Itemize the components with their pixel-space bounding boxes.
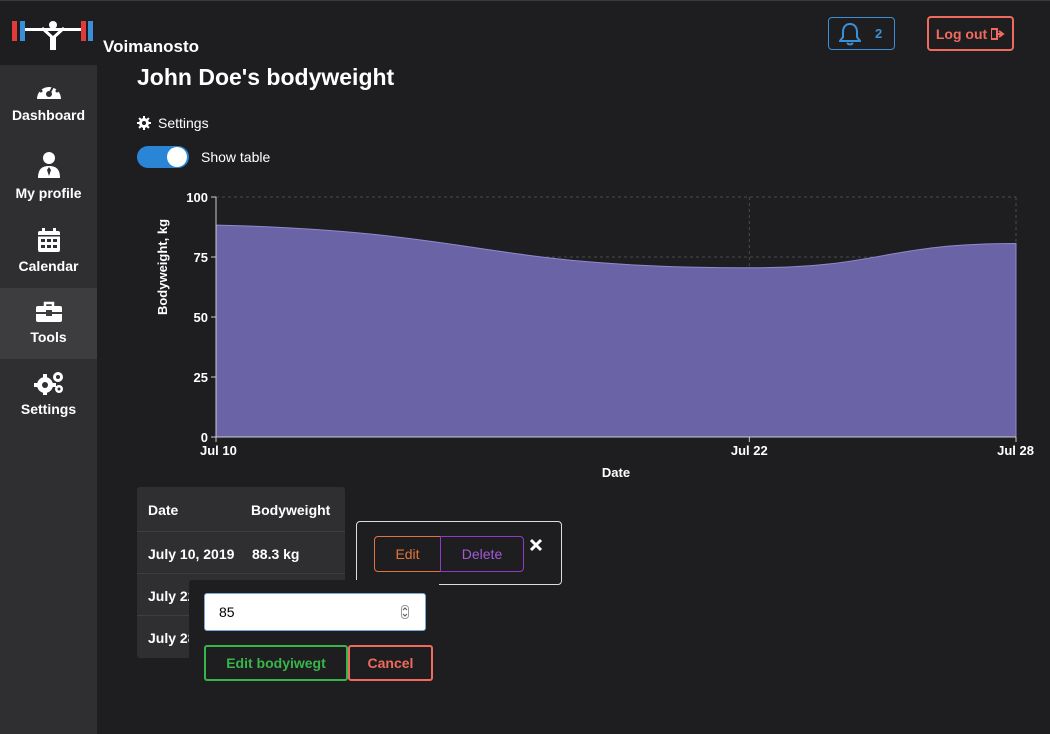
close-icon[interactable]	[529, 538, 543, 552]
sidebar-item-tools[interactable]: Tools	[0, 288, 97, 359]
table-row[interactable]: July 10, 2019 88.3 kg	[137, 531, 345, 574]
logout-button[interactable]: Log out	[927, 16, 1014, 51]
user-icon	[37, 152, 60, 178]
sidebar-item-settings[interactable]: Settings	[0, 371, 97, 431]
bodyweight-chart: 0255075100 Jul 10 Jul 22 Jul 28 Bodyweight…	[155, 190, 1034, 480]
sidebar-item-label: Tools	[30, 329, 67, 345]
top-bar: Voimanosto 2 Log out	[0, 0, 1050, 65]
sidebar-item-dashboard[interactable]: Dashboard	[0, 77, 97, 139]
sidebar-item-label: Calendar	[18, 258, 79, 274]
toggle-label: Show table	[201, 149, 271, 165]
y-tick-label: 100	[186, 190, 208, 205]
show-table-toggle[interactable]	[137, 146, 189, 168]
dashboard-gauge-icon	[36, 81, 61, 99]
brand-name[interactable]: Voimanosto	[103, 37, 199, 57]
x-tick-label: Jul 22	[731, 443, 768, 458]
bodyweight-area[interactable]	[215, 224, 1017, 438]
sidebar-item-my-profile[interactable]: My profile	[0, 151, 97, 215]
table-header-bodyweight: Bodyweight	[251, 502, 331, 518]
edit-bodyweight-button[interactable]: Edit bodyiwegt	[204, 645, 348, 681]
table-cell-date: July 10, 2019	[148, 546, 235, 562]
bodyweight-input-value: 85	[219, 604, 235, 620]
spinner-arrows-icon[interactable]	[401, 605, 409, 619]
settings-label: Settings	[158, 115, 209, 131]
x-axis-label: Date	[602, 465, 630, 480]
show-table-toggle-row: Show table	[137, 146, 270, 168]
sidebar-item-label: Dashboard	[11, 107, 86, 123]
y-tick-label: 75	[194, 250, 208, 265]
sidebar-item-label: My profile	[15, 185, 82, 201]
x-tick-label: Jul 28	[997, 443, 1034, 458]
calendar-icon	[37, 228, 60, 252]
toggle-knob	[167, 147, 187, 167]
table-header-date: Date	[148, 502, 179, 518]
sidebar-item-calendar[interactable]: Calendar	[0, 228, 97, 288]
sidebar: Dashboard My profile Calendar Tools Sett…	[0, 65, 97, 734]
y-axis-label: Bodyweight, kg	[155, 219, 170, 315]
x-tick-label: Jul 10	[200, 443, 237, 458]
x-ticks: Jul 10 Jul 22 Jul 28	[200, 437, 1034, 458]
bodyweight-input[interactable]: 85	[204, 593, 426, 631]
y-tick-label: 50	[194, 310, 208, 325]
notifications-button[interactable]: 2	[828, 17, 895, 50]
y-ticks: 0255075100	[186, 190, 216, 445]
page-title: John Doe's bodyweight	[137, 64, 395, 90]
y-tick-label: 25	[194, 370, 208, 385]
settings-toggle-link[interactable]: Settings	[137, 115, 209, 131]
barbell-logo[interactable]	[12, 18, 94, 52]
delete-button[interactable]: Delete	[440, 536, 524, 572]
row-actions-popover: Edit Delete	[356, 521, 562, 585]
gear-icon	[137, 116, 151, 130]
cancel-button[interactable]: Cancel	[348, 645, 433, 681]
sidebar-item-label: Settings	[20, 401, 77, 417]
bell-icon	[839, 22, 861, 45]
table-cell-bodyweight: 88.3 kg	[252, 546, 300, 562]
toolbox-icon	[35, 301, 62, 322]
notification-count: 2	[875, 26, 883, 41]
logout-label: Log out	[935, 25, 988, 42]
gears-icon	[33, 372, 63, 395]
edit-button[interactable]: Edit	[374, 536, 441, 572]
edit-bodyweight-form: 85 Edit bodyiwegt Cancel	[189, 580, 439, 694]
sign-out-icon	[991, 27, 1005, 40]
